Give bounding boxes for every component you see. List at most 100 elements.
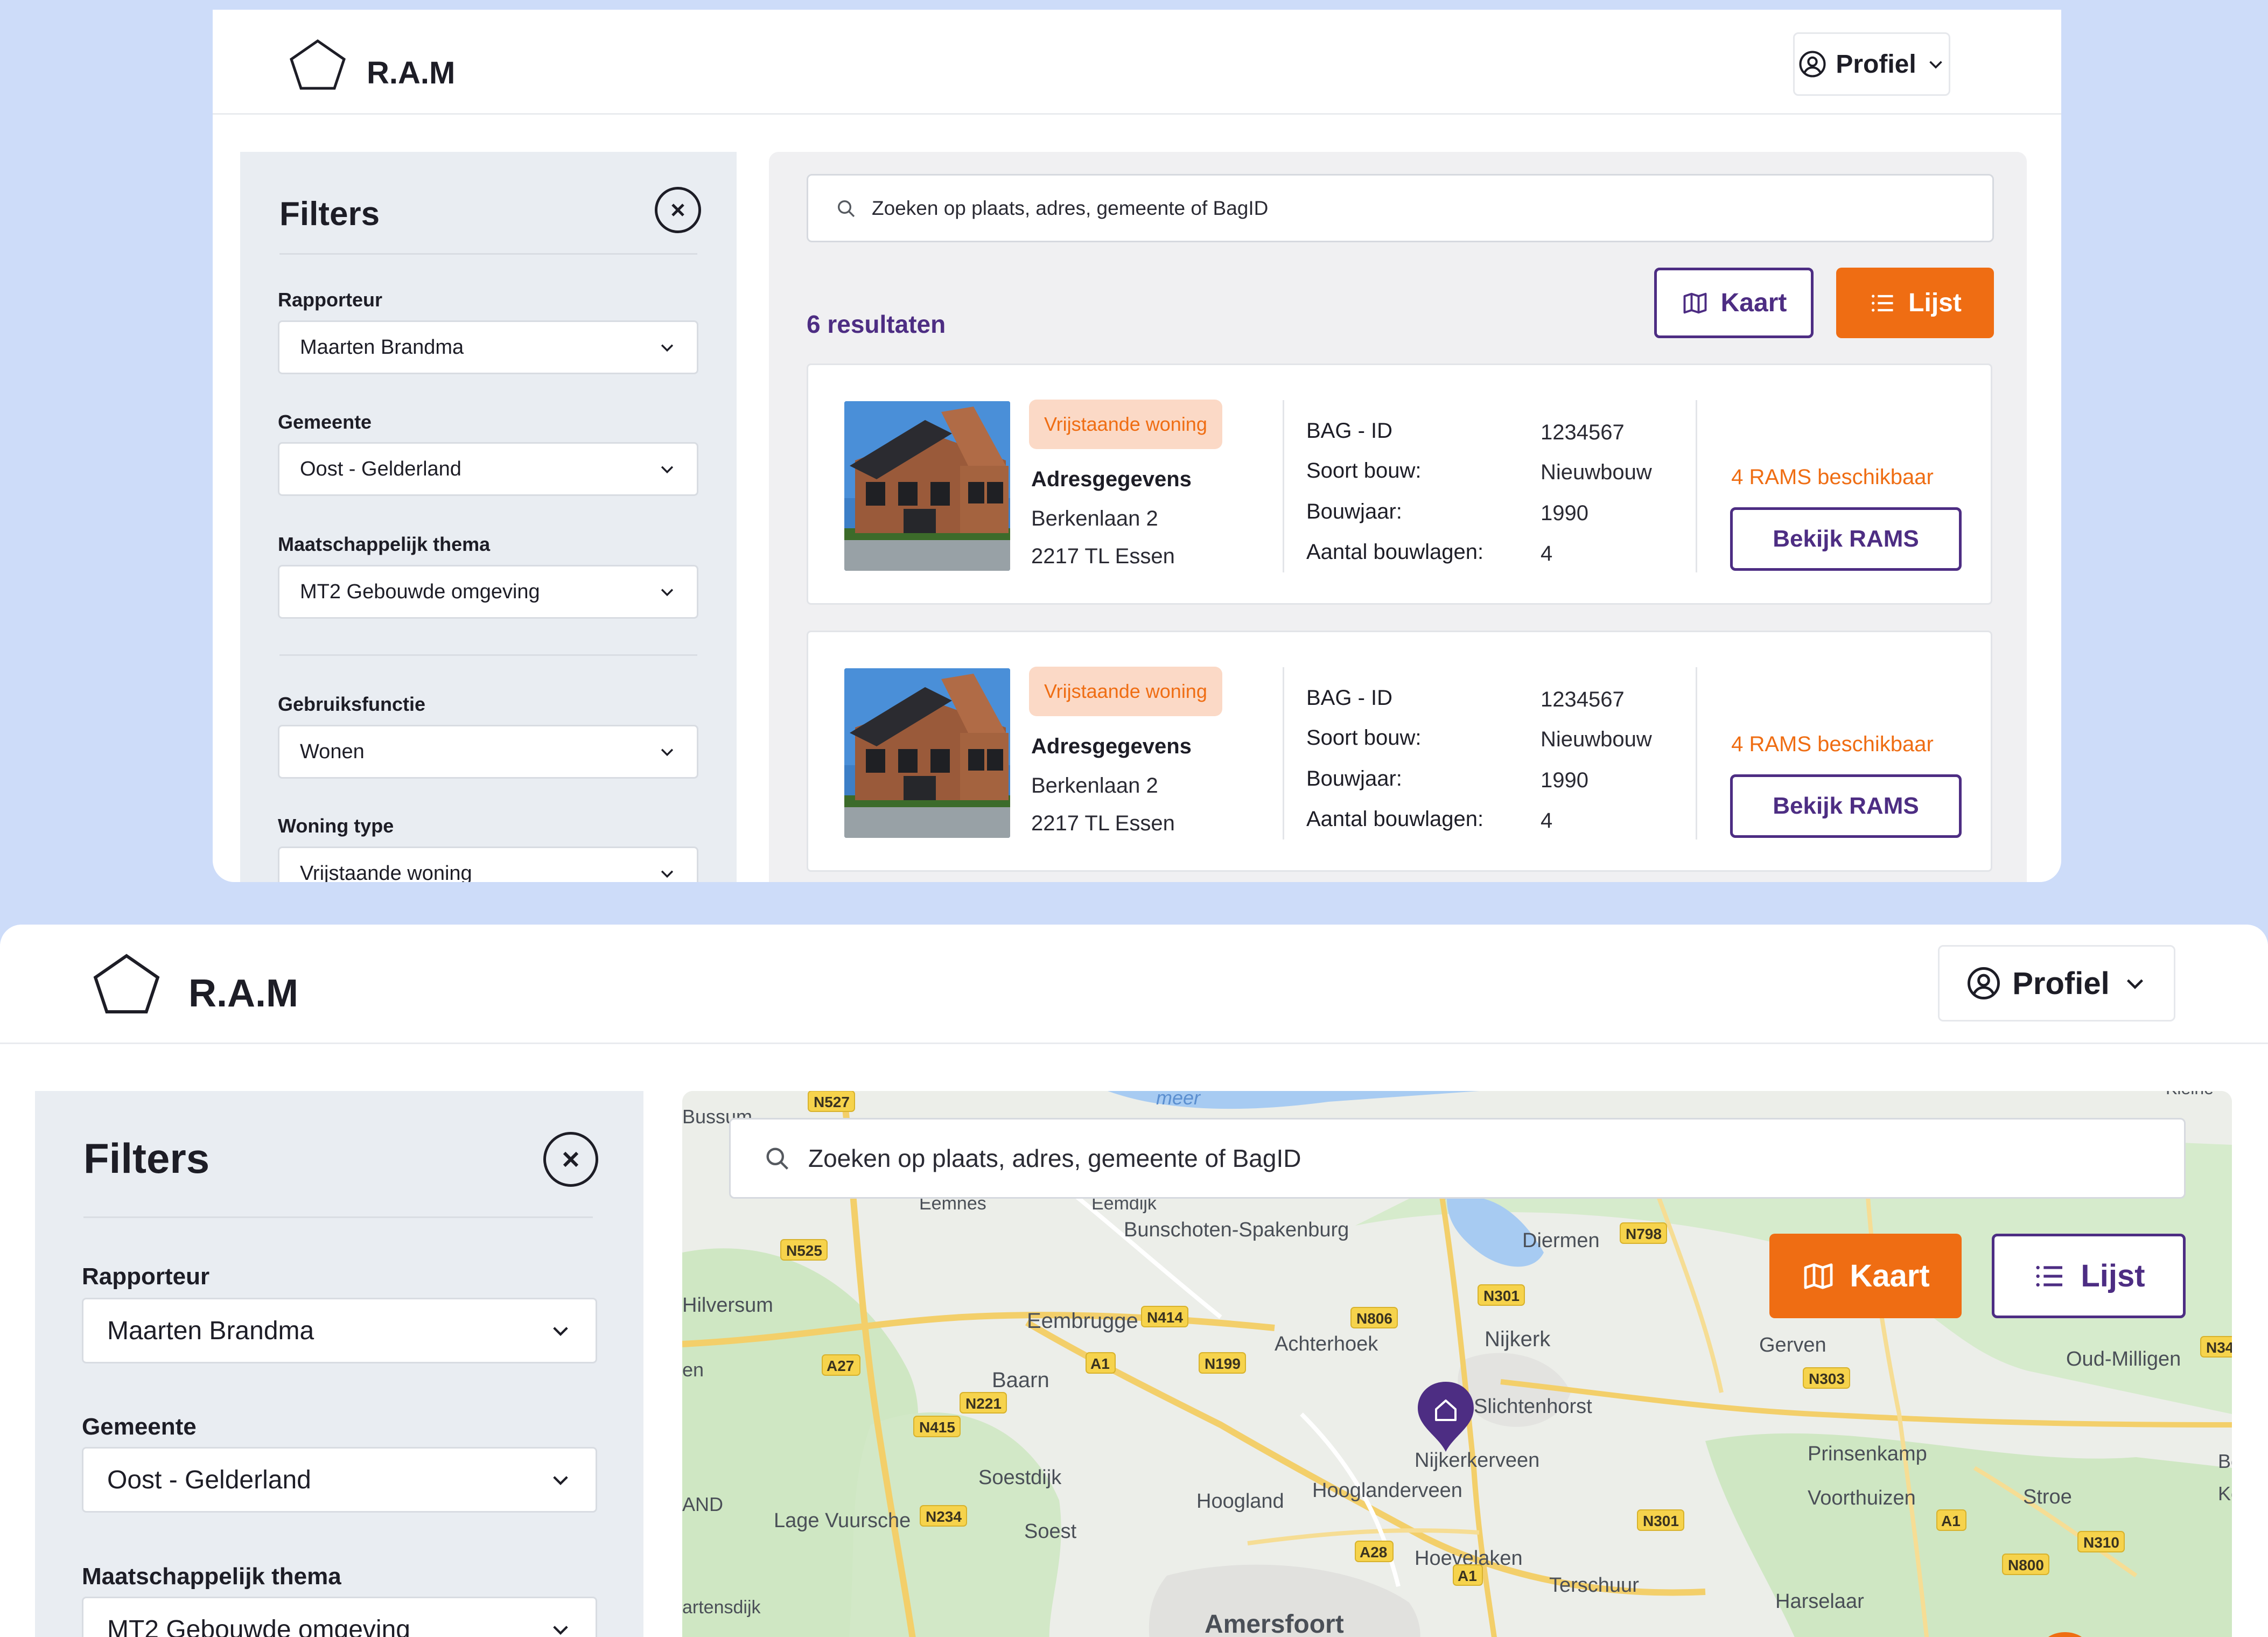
road-badge-label: N344 xyxy=(2206,1339,2232,1356)
chevron-down-icon xyxy=(553,1626,568,1635)
road-badge-label: N806 xyxy=(1356,1310,1392,1327)
road-badge: A1 xyxy=(1453,1564,1483,1586)
detail-value: 4 xyxy=(1541,809,1553,833)
detail-key: BAG - ID xyxy=(1306,419,1393,443)
filters-divider xyxy=(83,1216,593,1218)
detail-key: Bouwjaar: xyxy=(1306,767,1402,790)
chevron-down-icon xyxy=(661,870,674,878)
rapporteur-select[interactable]: Maarten Brandma xyxy=(82,1298,597,1363)
road-badge: A27 xyxy=(822,1354,860,1376)
rams-available: 4 RAMS beschikbaar xyxy=(1731,732,1934,756)
gemeente-select[interactable]: Oost - Gelderland xyxy=(278,442,698,496)
profile-label: Profiel xyxy=(1836,50,1916,79)
close-filters-button[interactable] xyxy=(543,1132,598,1187)
map-label: artensdijk xyxy=(682,1597,761,1618)
rams-available: 4 RAMS beschikbaar xyxy=(1731,465,1934,489)
pentagon-logo-icon xyxy=(290,39,346,90)
map-label: Kleine xyxy=(2166,1091,2214,1098)
map-label: meer xyxy=(1156,1091,1201,1109)
close-filters-button[interactable] xyxy=(655,187,701,233)
filters-title: Filters xyxy=(279,195,380,233)
profile-button[interactable]: Profiel xyxy=(1793,32,1950,96)
pentagon-logo-icon xyxy=(93,954,160,1013)
property-type-badge: Vrijstaande woning xyxy=(1029,667,1222,716)
close-icon xyxy=(671,204,684,216)
card-separator xyxy=(1696,400,1697,572)
chevron-down-icon xyxy=(661,466,674,474)
road-badge-label: N800 xyxy=(2008,1557,2044,1573)
logo[interactable]: R.A.M xyxy=(92,952,298,1016)
gebruiksfunctie-select[interactable]: Wonen xyxy=(278,725,698,779)
view-rams-button[interactable]: Bekijk RAMS xyxy=(1730,507,1962,571)
search-bar[interactable] xyxy=(729,1118,2186,1199)
map-label: Baarn xyxy=(992,1368,1049,1392)
address-postal-city: 2217 TL Essen xyxy=(1031,811,1175,835)
map-label: Harselaar xyxy=(1775,1590,1864,1613)
list-view-button[interactable]: Lijst xyxy=(1836,268,1994,338)
road-badge: N303 xyxy=(1803,1367,1850,1389)
search-input[interactable] xyxy=(808,1144,2152,1173)
map-label: Ko xyxy=(2218,1482,2232,1505)
result-card[interactable]: Vrijstaande woning Adresgegevens Berkenl… xyxy=(807,631,1992,872)
road-badge-label: N301 xyxy=(1643,1513,1679,1529)
road-badge: N310 xyxy=(2077,1531,2125,1552)
list-icon xyxy=(2036,1265,2063,1286)
filter-label-woningtype: Woning type xyxy=(278,815,394,837)
detail-value: 1990 xyxy=(1541,501,1588,525)
filter-label-gebruiksfunctie: Gebruiksfunctie xyxy=(278,693,426,715)
thema-select[interactable]: MT2 Gebouwde omgeving xyxy=(278,565,698,619)
filters-divider xyxy=(279,654,697,656)
house-photo xyxy=(844,668,1010,838)
map-icon xyxy=(1683,292,1707,313)
road-badge: A1 xyxy=(1086,1352,1116,1374)
view-rams-button[interactable]: Bekijk RAMS xyxy=(1730,774,1962,838)
address-title: Adresgegevens xyxy=(1031,467,1192,491)
detail-key: Aantal bouwlagen: xyxy=(1306,807,1484,831)
filter-label-thema: Maatschappelijk thema xyxy=(278,533,491,555)
logo[interactable]: R.A.M xyxy=(288,38,455,92)
property-type-badge: Vrijstaande woning xyxy=(1029,400,1222,449)
gemeente-select[interactable]: Oost - Gelderland xyxy=(82,1447,597,1513)
detail-key: Bouwjaar: xyxy=(1306,500,1402,523)
profile-label: Profiel xyxy=(2012,966,2110,1001)
address-title: Adresgegevens xyxy=(1031,734,1192,758)
profile-button[interactable]: Profiel xyxy=(1938,945,2175,1022)
thema-select[interactable]: MT2 Gebouwde omgeving xyxy=(82,1597,597,1637)
result-card[interactable]: Vrijstaande woning Adresgegevens Berkenl… xyxy=(807,363,1992,605)
map-label: Achterhoek xyxy=(1275,1333,1378,1355)
rapporteur-select[interactable]: Maarten Brandma xyxy=(278,320,698,374)
road-badge: N798 xyxy=(1620,1222,1667,1244)
map-label: en xyxy=(682,1359,704,1381)
road-badge-label: A1 xyxy=(1090,1355,1110,1372)
select-value: MT2 Gebouwde omgeving xyxy=(107,1615,410,1637)
chevron-down-icon xyxy=(661,589,674,597)
search-input[interactable] xyxy=(872,197,1965,220)
map-canvas[interactable]: Bussum Eemnes Eemdijk Bunschoten-Spakenb… xyxy=(682,1091,2232,1637)
list-view-screen: R.A.M Profiel Filters Rapporteur Maarten… xyxy=(213,10,2061,882)
search-icon xyxy=(838,200,855,217)
select-value: Maarten Brandma xyxy=(107,1316,314,1345)
road-badge: N301 xyxy=(1478,1284,1525,1306)
search-bar[interactable] xyxy=(807,174,1994,242)
map-label: Diermen xyxy=(1522,1229,1600,1252)
map-view-label: Kaart xyxy=(1850,1258,1930,1293)
address-street: Berkenlaan 2 xyxy=(1031,507,1158,530)
road-badge: N234 xyxy=(920,1505,967,1527)
close-icon xyxy=(563,1151,579,1167)
list-icon xyxy=(1872,294,1893,312)
bottom-header: R.A.M Profiel xyxy=(0,925,2268,1044)
road-badge-label: N301 xyxy=(1483,1288,1520,1304)
filters-panel: Filters Rapporteur Maarten Brandma Gemee… xyxy=(240,152,737,882)
map-view-button[interactable]: Kaart xyxy=(1769,1234,1962,1318)
address-street: Berkenlaan 2 xyxy=(1031,774,1158,797)
map-label: Nijkerk xyxy=(1485,1327,1551,1351)
map-label: Voorthuizen xyxy=(1808,1487,1916,1509)
road-badge: A28 xyxy=(1355,1541,1394,1562)
map-label: Eembrugge xyxy=(1027,1309,1138,1333)
road-badge: N221 xyxy=(960,1392,1007,1414)
list-view-button[interactable]: Lijst xyxy=(1992,1234,2186,1318)
top-header: R.A.M Profiel xyxy=(213,10,2061,115)
map-view-button[interactable]: Kaart xyxy=(1654,268,1814,338)
woningtype-select[interactable]: Vrijstaande woning xyxy=(278,847,698,882)
chevron-down-icon xyxy=(1929,61,1942,69)
